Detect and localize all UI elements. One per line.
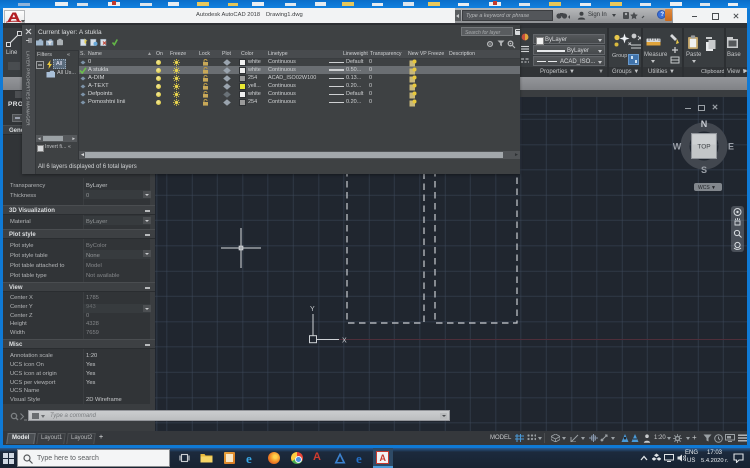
svg-text:X: X xyxy=(342,338,347,345)
svg-text:S: S xyxy=(701,165,707,175)
svg-text:W: W xyxy=(673,142,682,152)
svg-text:TOP: TOP xyxy=(697,144,710,151)
svg-text:Y: Y xyxy=(310,306,315,313)
svg-text:E: E xyxy=(728,142,734,152)
svg-text:N: N xyxy=(701,119,708,129)
